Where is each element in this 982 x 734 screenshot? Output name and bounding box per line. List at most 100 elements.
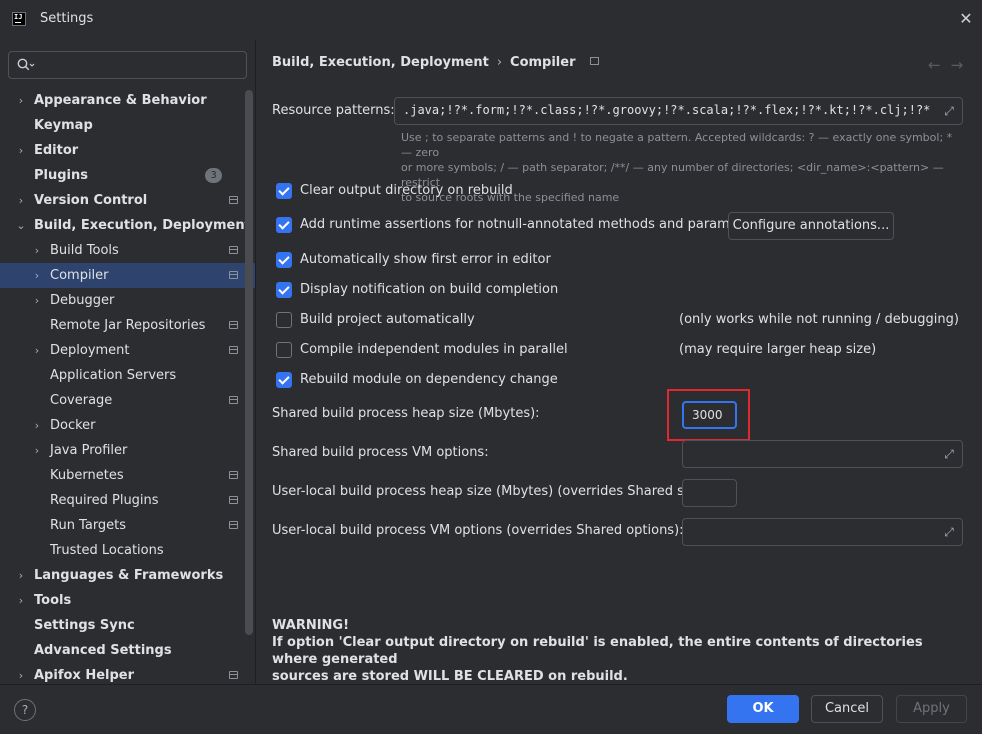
- vm-options-field[interactable]: ⤢: [682, 440, 963, 468]
- sidebar-item[interactable]: › Appearance & Behavior: [0, 88, 255, 113]
- runtime-assertions-checkbox[interactable]: [276, 217, 292, 233]
- sidebar-item-label: Deployment: [50, 343, 130, 358]
- notify-completion-checkbox[interactable]: [276, 282, 292, 298]
- intellij-app-icon: IJ: [12, 12, 26, 26]
- configure-annotations-button[interactable]: Configure annotations...: [728, 212, 894, 240]
- sidebar-item[interactable]: Coverage: [0, 388, 255, 413]
- sidebar-item-label: Compiler: [50, 268, 109, 283]
- chevron-right-icon[interactable]: ›: [15, 138, 27, 163]
- user-heap-label: User-local build process heap size (Mbyt…: [272, 484, 712, 499]
- sidebar-item[interactable]: Advanced Settings: [0, 638, 255, 663]
- apply-button[interactable]: Apply: [896, 695, 967, 723]
- project-scope-icon: [229, 346, 238, 354]
- clear-output-label: Clear output directory on rebuild: [300, 183, 513, 198]
- warning-title: WARNING!: [272, 618, 350, 633]
- breadcrumb-current: Compiler: [510, 55, 576, 70]
- sidebar-item[interactable]: › Tools: [0, 588, 255, 613]
- sidebar-item[interactable]: Settings Sync: [0, 613, 255, 638]
- forward-arrow-icon[interactable]: →: [951, 56, 974, 74]
- sidebar-item[interactable]: Kubernetes: [0, 463, 255, 488]
- sidebar-item[interactable]: › Version Control: [0, 188, 255, 213]
- chevron-right-icon[interactable]: ›: [31, 238, 43, 263]
- project-scope-icon: [229, 396, 238, 404]
- project-scope-icon: [229, 521, 238, 529]
- project-scope-icon: [229, 246, 238, 254]
- sidebar-item[interactable]: › Languages & Frameworks: [0, 563, 255, 588]
- user-vm-label: User-local build process VM options (ove…: [272, 523, 684, 538]
- sidebar-item[interactable]: Remote Jar Repositories: [0, 313, 255, 338]
- vm-options-label: Shared build process VM options:: [272, 445, 489, 460]
- sidebar-item-label: Appearance & Behavior: [34, 93, 207, 108]
- sidebar-item-label: Docker: [50, 418, 96, 433]
- resource-patterns-value: .java;!?*.form;!?*.class;!?*.groovy;!?*.…: [403, 103, 933, 117]
- highlight-box: [667, 389, 750, 441]
- sidebar-item[interactable]: Plugins 3: [0, 163, 255, 188]
- resource-patterns-label: Resource patterns:: [272, 103, 395, 118]
- sidebar-item[interactable]: › Editor: [0, 138, 255, 163]
- count-badge: 3: [205, 168, 222, 183]
- help-icon[interactable]: ?: [14, 699, 36, 721]
- ok-button[interactable]: OK: [727, 695, 799, 723]
- chevron-right-icon[interactable]: ›: [31, 413, 43, 438]
- sidebar-item-label: Build Tools: [50, 243, 119, 258]
- chevron-right-icon[interactable]: ›: [31, 338, 43, 363]
- app-icon-text: IJ: [14, 13, 23, 21]
- compile-parallel-checkbox[interactable]: [276, 342, 292, 358]
- breadcrumb-parent[interactable]: Build, Execution, Deployment: [272, 55, 489, 70]
- sidebar-item-label: Advanced Settings: [34, 643, 172, 658]
- cancel-button[interactable]: Cancel: [811, 695, 883, 723]
- sidebar-item[interactable]: › Build Tools: [0, 238, 255, 263]
- project-scope-icon: [229, 271, 238, 279]
- chevron-right-icon[interactable]: ›: [15, 88, 27, 113]
- expand-icon[interactable]: ⤢: [942, 447, 956, 461]
- sidebar-item[interactable]: Run Targets: [0, 513, 255, 538]
- nav-arrows: ←→: [928, 56, 973, 74]
- expand-icon[interactable]: ⤢: [942, 104, 956, 118]
- project-scope-icon: [229, 671, 238, 679]
- help-line-1: Use ; to separate patterns and ! to nega…: [401, 131, 953, 159]
- settings-search[interactable]: [8, 51, 247, 79]
- show-first-error-checkbox[interactable]: [276, 252, 292, 268]
- rebuild-module-checkbox[interactable]: [276, 372, 292, 388]
- sidebar-item[interactable]: Application Servers: [0, 363, 255, 388]
- sidebar-item[interactable]: Trusted Locations: [0, 538, 255, 563]
- sidebar-item-label: Languages & Frameworks: [34, 568, 224, 583]
- sidebar-item[interactable]: Required Plugins: [0, 488, 255, 513]
- warning-line-2: sources are stored WILL BE CLEARED on re…: [272, 669, 628, 684]
- sidebar-item[interactable]: › Deployment: [0, 338, 255, 363]
- sidebar-item[interactable]: Keymap: [0, 113, 255, 138]
- runtime-assertions-label: Add runtime assertions for notnull-annot…: [300, 217, 764, 232]
- chevron-right-icon[interactable]: ›: [15, 188, 27, 213]
- user-heap-input[interactable]: [682, 479, 737, 507]
- chevron-right-icon[interactable]: ›: [15, 588, 27, 613]
- search-input[interactable]: [41, 56, 241, 74]
- chevron-right-icon[interactable]: ›: [31, 438, 43, 463]
- sidebar-item[interactable]: ⌄ Build, Execution, Deployment: [0, 213, 255, 238]
- chevron-right-icon[interactable]: ›: [31, 263, 43, 288]
- sidebar-item[interactable]: › Docker: [0, 413, 255, 438]
- chevron-right-icon[interactable]: ›: [31, 288, 43, 313]
- sidebar-item[interactable]: › Debugger: [0, 288, 255, 313]
- chevron-down-icon[interactable]: ⌄: [15, 213, 27, 238]
- sidebar-item-label: Required Plugins: [50, 493, 159, 508]
- project-scope-icon: [229, 496, 238, 504]
- window-title: Settings: [40, 11, 94, 26]
- sidebar-item[interactable]: › Java Profiler: [0, 438, 255, 463]
- expand-icon[interactable]: ⤢: [942, 525, 956, 539]
- build-automatically-checkbox[interactable]: [276, 312, 292, 328]
- back-arrow-icon[interactable]: ←: [928, 56, 951, 74]
- sidebar-scrollbar[interactable]: [245, 90, 253, 635]
- title-bar: IJ Settings ✕: [0, 0, 982, 40]
- rebuild-module-label: Rebuild module on dependency change: [300, 372, 558, 387]
- close-icon[interactable]: ✕: [957, 10, 975, 28]
- sidebar-item-label: Build, Execution, Deployment: [34, 218, 251, 233]
- clear-output-checkbox[interactable]: [276, 183, 292, 199]
- chevron-right-icon[interactable]: ›: [15, 563, 27, 588]
- sidebar-item[interactable]: › Compiler: [0, 263, 255, 288]
- sidebar-item-label: Kubernetes: [50, 468, 124, 483]
- user-vm-field[interactable]: ⤢: [682, 518, 963, 546]
- breadcrumb: Build, Execution, Deployment › Compiler: [272, 55, 599, 70]
- project-scope-icon: [229, 321, 238, 329]
- resource-patterns-field[interactable]: .java;!?*.form;!?*.class;!?*.groovy;!?*.…: [394, 97, 963, 125]
- compile-parallel-hint: (may require larger heap size): [679, 342, 877, 357]
